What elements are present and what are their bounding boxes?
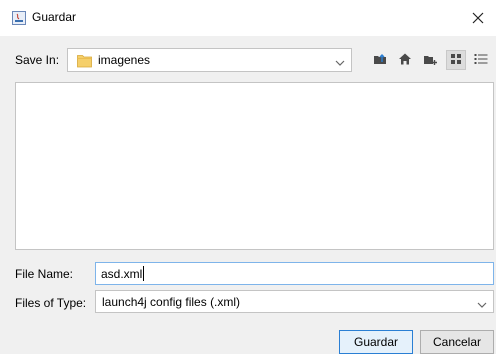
java-app-icon	[12, 11, 26, 25]
chevron-down-icon	[335, 56, 345, 70]
files-of-type-label: Files of Type:	[15, 296, 87, 310]
details-view-button[interactable]	[471, 50, 491, 70]
file-list-pane[interactable]	[15, 82, 494, 250]
save-in-value: imagenes	[98, 53, 151, 67]
up-folder-button[interactable]	[370, 50, 390, 70]
home-button[interactable]	[395, 50, 415, 70]
text-caret	[143, 266, 144, 281]
up-folder-icon	[373, 52, 387, 69]
window-title: Guardar	[32, 10, 77, 24]
new-folder-button[interactable]	[420, 50, 440, 70]
save-button[interactable]: Guardar	[339, 330, 413, 354]
files-of-type-value: launch4j config files (.xml)	[102, 295, 241, 309]
files-of-type-dropdown[interactable]: launch4j config files (.xml)	[95, 290, 494, 313]
save-in-label: Save In:	[15, 53, 60, 67]
file-name-label: File Name:	[15, 267, 74, 281]
close-button[interactable]	[460, 0, 496, 36]
details-view-icon	[474, 53, 488, 68]
list-view-icon	[450, 53, 462, 68]
new-folder-icon	[423, 52, 437, 69]
save-in-dropdown[interactable]: imagenes	[67, 48, 352, 72]
folder-icon	[77, 53, 92, 71]
cancel-button[interactable]: Cancelar	[420, 330, 494, 354]
close-icon	[472, 12, 484, 24]
title-bar: Guardar	[0, 0, 496, 36]
file-name-input[interactable]	[95, 262, 494, 285]
chevron-down-icon	[477, 298, 487, 312]
list-view-button[interactable]	[446, 50, 466, 70]
home-icon	[398, 52, 412, 69]
